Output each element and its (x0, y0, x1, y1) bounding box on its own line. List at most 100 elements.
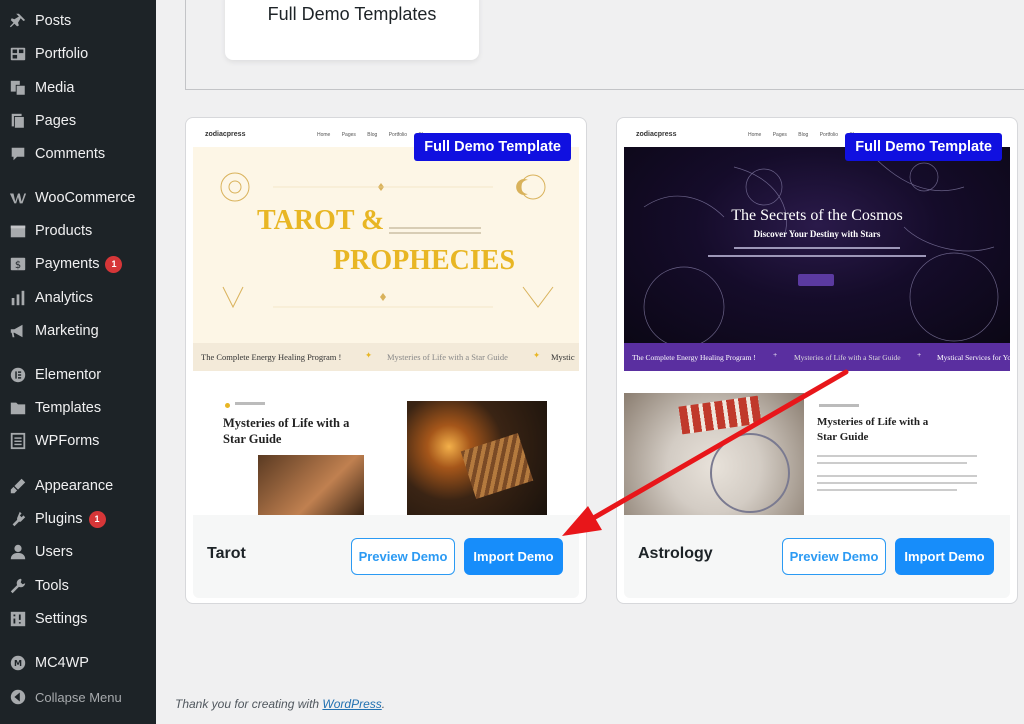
tarot-headline-1: TAROT & (257, 205, 385, 236)
settings-icon (8, 609, 28, 629)
mc4wp-icon: M (8, 653, 28, 673)
preview-demo-button[interactable]: Preview Demo (782, 538, 886, 575)
tarot-thumbnail: zodiacpress Home Pages Blog Portfolio Sh… (193, 125, 579, 515)
admin-sidebar: Posts Portfolio Media Pages Comments Woo… (0, 0, 156, 724)
sidebar-item-elementor[interactable]: Elementor (0, 358, 156, 392)
sidebar-item-analytics[interactable]: Analytics (0, 281, 156, 315)
woocommerce-icon (8, 188, 28, 208)
astrology-section-title: Mysteries of Life with a Star Guide (817, 416, 929, 443)
sidebar-item-comments[interactable]: Comments (0, 137, 156, 171)
sidebar-item-plugins[interactable]: Plugins 1 (0, 502, 156, 536)
tarot-photo-cards (407, 401, 547, 515)
sidebar-item-label: Elementor (35, 367, 102, 383)
import-demo-button[interactable]: Import Demo (464, 538, 563, 575)
sidebar-item-label: Comments (35, 146, 106, 162)
sidebar-item-label: Marketing (35, 323, 99, 339)
sidebar-item-label: Settings (35, 611, 88, 627)
astrology-hero: The Secrets of the Cosmos Discover Your … (624, 147, 1010, 343)
thumb-nav-links: Home Pages Blog Portfolio Shop (748, 132, 862, 138)
sidebar-item-label: Portfolio (35, 46, 89, 62)
payments-count-badge: 1 (105, 255, 123, 273)
users-icon (8, 542, 28, 562)
elementor-icon (8, 365, 28, 385)
admin-footer: Thank you for creating with WordPress. (175, 697, 386, 711)
template-card-tarot: zodiacpress Home Pages Blog Portfolio Sh… (185, 117, 587, 604)
astrology-hero-decoration (643, 156, 999, 343)
sidebar-item-tools[interactable]: Tools (0, 569, 156, 603)
portfolio-icon (8, 44, 28, 64)
tarot-hero: TAROT & PROPHECIES (193, 147, 579, 343)
payments-icon: $ (8, 254, 28, 274)
sidebar-item-woocommerce[interactable]: WooCommerce (0, 181, 156, 215)
ticker-item: Mystical Services for You (937, 353, 1010, 362)
wordpress-link[interactable]: WordPress (322, 697, 381, 711)
sidebar-item-posts[interactable]: Posts (0, 4, 156, 38)
sidebar-item-users[interactable]: Users (0, 535, 156, 569)
astrology-headline-1: The Secrets of the Cosmos (731, 207, 903, 224)
sidebar-item-label: Users (35, 544, 73, 560)
sidebar-item-pages[interactable]: Pages (0, 104, 156, 138)
card-footer: Tarot Preview Demo Import Demo (193, 515, 579, 598)
card-footer: Astrology Preview Demo Import Demo (624, 515, 1010, 598)
sidebar-item-payments[interactable]: $ Payments 1 (0, 247, 156, 281)
sidebar-item-appearance[interactable]: Appearance (0, 469, 156, 503)
comments-icon (8, 144, 28, 164)
plugins-icon (8, 509, 28, 529)
tarot-ticker: The Complete Energy Healing Program ! ✦ … (193, 343, 579, 371)
sidebar-item-templates[interactable]: Templates (0, 391, 156, 425)
main-content: Full Demo Templates zodiacpress Home Pag… (156, 0, 1024, 724)
thumb-logo: zodiacpress (636, 131, 677, 138)
analytics-icon (8, 288, 28, 308)
astrology-photo (624, 393, 804, 515)
tarot-headline-2: PROPHECIES (333, 245, 516, 276)
templates-icon (8, 398, 28, 418)
full-demo-templates-card[interactable]: Full Demo Templates (225, 0, 479, 60)
sidebar-item-label: Payments (35, 256, 100, 272)
tarot-section: Mysteries of Life with a Star Guide (193, 371, 579, 515)
collapse-icon (8, 687, 28, 707)
wpforms-icon (8, 431, 28, 451)
tarot-section-title: Mysteries of Life with a Star Guide (223, 416, 350, 446)
thumb-logo: zodiacpress (205, 131, 246, 138)
sidebar-item-settings[interactable]: Settings (0, 602, 156, 636)
ticker-item: Mysteries of Life with a Star Guide (794, 353, 901, 362)
appearance-icon (8, 476, 28, 496)
sidebar-item-label: Appearance (35, 478, 114, 494)
sidebar-item-wpforms[interactable]: WPForms (0, 424, 156, 458)
sidebar-item-label: Media (35, 80, 75, 96)
sidebar-item-label: Products (35, 223, 93, 239)
sidebar-item-label: Tools (35, 578, 69, 594)
sidebar-item-label: Analytics (35, 290, 94, 306)
sidebar-item-portfolio[interactable]: Portfolio (0, 37, 156, 71)
sidebar-item-label: Collapse Menu (35, 689, 122, 705)
sidebar-item-products[interactable]: Products (0, 214, 156, 248)
full-demo-template-badge: Full Demo Template (414, 133, 571, 161)
full-demo-template-badge: Full Demo Template (845, 133, 1002, 161)
preview-demo-button[interactable]: Preview Demo (351, 538, 455, 575)
sidebar-item-label: Pages (35, 113, 77, 129)
sidebar-item-marketing[interactable]: Marketing (0, 314, 156, 348)
pin-icon (8, 11, 28, 31)
template-name: Tarot (207, 545, 246, 562)
sidebar-item-label: Templates (35, 400, 102, 416)
footer-text: Thank you for creating with (175, 697, 323, 711)
sidebar-item-label: MC4WP (35, 655, 89, 671)
astrology-headline-2: Discover Your Destiny with Stars (753, 229, 881, 239)
collapse-menu-button[interactable]: Collapse Menu (0, 680, 156, 714)
plugins-count-badge: 1 (88, 510, 106, 528)
sidebar-item-mc4wp[interactable]: M MC4WP (0, 646, 156, 680)
import-demo-button[interactable]: Import Demo (895, 538, 994, 575)
sidebar-item-label: Plugins (35, 511, 83, 527)
media-icon (8, 78, 28, 98)
sidebar-item-label: Posts (35, 13, 72, 29)
ticker-item: The Complete Energy Healing Program ! (201, 352, 342, 362)
ticker-item: The Complete Energy Healing Program ! (632, 353, 756, 362)
svg-text:$: $ (15, 260, 21, 271)
sidebar-item-media[interactable]: Media (0, 71, 156, 105)
tools-icon (8, 576, 28, 596)
thumb-nav-links: Home Pages Blog Portfolio Shop (317, 132, 431, 138)
astrology-ticker: The Complete Energy Healing Program ! + … (624, 343, 1010, 371)
marketing-icon (8, 321, 28, 341)
sidebar-item-label: WooCommerce (35, 190, 136, 206)
ticker-item: Mysteries of Life with a Star Guide (387, 352, 508, 362)
